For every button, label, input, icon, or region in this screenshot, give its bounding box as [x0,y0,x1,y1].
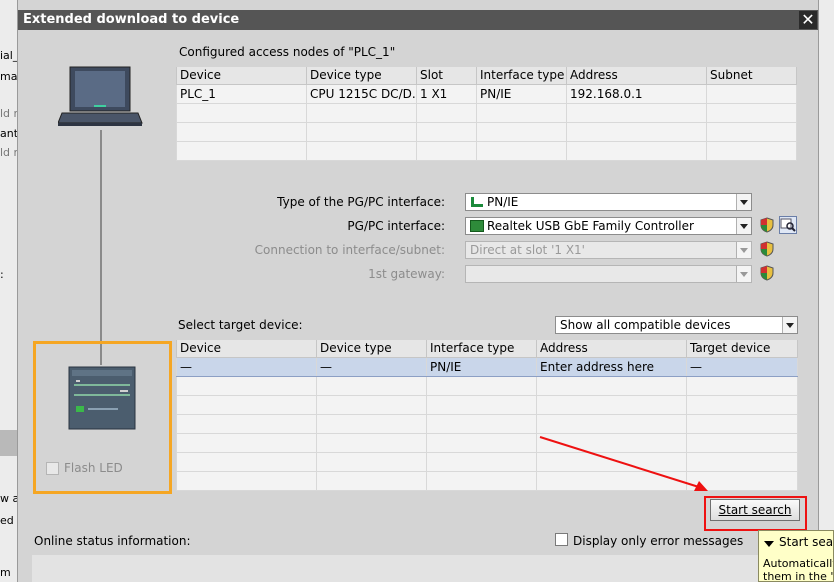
table-row[interactable]: — — PN/IE Enter address here — [176,356,798,377]
table-row [176,395,798,415]
table-cell: — [686,356,798,377]
table-cell [706,84,797,104]
flash-led-checkbox[interactable] [46,462,59,475]
background-window-left: ial_ ma ld n ant ld n : w a ed m [0,0,18,582]
bg-text: ma [0,70,18,83]
configured-nodes-label: Configured access nodes of "PLC_1" [179,45,396,59]
dialog-title: Extended download to device [23,12,240,27]
close-button[interactable]: ✕ [799,11,817,29]
configured-nodes-table: Device Device type Slot Interface type A… [176,67,797,161]
connection-dropdown: Direct at slot '1 X1' [465,241,752,259]
address-input-cell[interactable]: Enter address here [536,356,687,377]
triangle-down-icon [764,541,774,547]
online-status-area [32,555,818,582]
table-cell[interactable]: PN/IE [426,356,537,377]
extended-download-dialog: Extended download to device ✕ Configured… [18,10,818,582]
column-header[interactable]: Device type [306,67,417,85]
pgpc-interface-dropdown[interactable]: Realtek USB GbE Family Controller [465,217,752,235]
column-header[interactable]: Interface type [476,67,567,85]
pgpc-type-label: Type of the PG/PC interface: [277,195,445,209]
target-filter-dropdown[interactable]: Show all compatible devices [555,316,798,334]
pgpc-type-value: PN/IE [487,195,519,209]
online-status-label: Online status information: [34,534,191,548]
bg-text: m [0,566,11,579]
table-cell: PLC_1 [176,84,307,104]
bg-text: ed [0,514,14,527]
tooltip-body: Automatically them in the " [763,557,834,582]
column-header[interactable]: Interface type [426,340,537,358]
connection-line [100,130,102,365]
chevron-down-icon [736,242,751,258]
column-header[interactable]: Slot [416,67,477,85]
chevron-down-icon[interactable] [782,317,797,333]
pg-pc-laptop-icon [58,66,143,126]
bg-text: ial_ [0,49,18,62]
dialog-title-bar: Extended download to device ✕ [18,10,818,30]
column-header[interactable]: Target device [686,340,798,358]
column-header[interactable]: Device type [316,340,427,358]
table-cell: PN/IE [476,84,567,104]
table-header-row: Device Device type Slot Interface type A… [176,67,797,85]
diagnostics-shield-icon[interactable] [759,217,775,233]
network-adapter-icon [470,220,484,232]
start-search-tooltip: Start searc Automatically them in the " [758,530,834,582]
chevron-down-icon[interactable] [736,194,751,210]
column-header[interactable]: Device [176,67,307,85]
table-row [176,122,797,142]
table-row[interactable]: PLC_1 CPU 1215C DC/D... 1 X1 PN/IE 192.1… [176,84,797,104]
target-device-panel: Flash LED [33,341,172,494]
pgpc-interface-value: Realtek USB GbE Family Controller [487,219,694,233]
plc-device-icon [68,366,136,430]
pn-ie-icon [471,197,483,207]
table-cell: — [176,356,317,377]
gateway-label: 1st gateway: [368,267,445,281]
tooltip-title: Start searc [779,535,834,549]
column-header[interactable]: Subnet [706,67,797,85]
annotation-arrow [539,436,708,491]
column-header[interactable]: Device [176,340,317,358]
table-header-row: Device Device type Interface type Addres… [176,340,798,358]
bg-text: w a [0,492,18,505]
column-header[interactable]: Address [536,340,687,358]
pgpc-type-dropdown[interactable]: PN/IE [465,193,752,211]
table-cell: — [316,356,427,377]
bg-text: ant [0,127,18,140]
gateway-dropdown [465,265,752,283]
start-search-button[interactable]: Start search [710,499,800,521]
chevron-down-icon[interactable] [736,218,751,234]
bg-text: : [0,268,4,281]
diagnostics-shield-icon[interactable] [759,241,775,257]
flash-led-label: Flash LED [64,461,123,475]
bg-text: ld n [0,107,17,120]
display-errors-checkbox[interactable] [555,533,568,546]
table-cell: CPU 1215C DC/D... [306,84,417,104]
table-row [176,103,797,123]
table-cell: 192.168.0.1 [566,84,707,104]
column-header[interactable]: Address [566,67,707,85]
pgpc-interface-label: PG/PC interface: [347,219,445,233]
select-target-label: Select target device: [178,318,303,332]
chevron-down-icon [736,266,751,282]
table-cell: 1 X1 [416,84,477,104]
connection-label: Connection to interface/subnet: [254,243,445,257]
table-row [176,141,797,161]
display-errors-label: Display only error messages [573,534,744,548]
background-window-right [818,0,834,582]
connection-value: Direct at slot '1 X1' [470,243,585,257]
table-row [176,414,798,434]
table-row [176,376,798,396]
properties-search-icon[interactable] [779,216,797,234]
bg-text: ld n [0,146,17,159]
target-filter-value: Show all compatible devices [560,318,731,332]
diagnostics-shield-icon[interactable] [759,265,775,281]
